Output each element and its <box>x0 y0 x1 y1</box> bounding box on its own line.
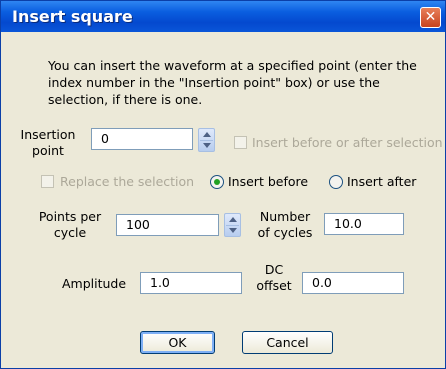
spin-up-icon <box>203 132 211 137</box>
insertion-point-input[interactable]: 0 <box>91 128 193 150</box>
amplitude-input[interactable]: 1.0 <box>140 272 242 294</box>
number-of-cycles-label: Number of cycles <box>257 209 313 240</box>
spin-down-icon <box>229 228 237 233</box>
insert-before-after-selection-label: Insert before or after selection <box>252 135 443 150</box>
amplitude-label: Amplitude <box>62 276 127 291</box>
insert-after-label: Insert after <box>347 174 417 189</box>
ok-button[interactable]: OK <box>140 331 215 354</box>
spin-up-icon <box>229 217 237 222</box>
spin-down-icon <box>203 143 211 148</box>
close-button[interactable]: ✕ <box>420 7 441 28</box>
insert-after-radio[interactable] <box>329 175 343 189</box>
insert-before-label: Insert before <box>228 174 309 189</box>
close-icon: ✕ <box>424 9 437 25</box>
title-bar[interactable]: Insert square ✕ <box>1 1 445 32</box>
intro-text: You can insert the waveform at a specifi… <box>48 58 417 107</box>
dc-offset-input[interactable]: 0.0 <box>302 272 404 294</box>
insertion-point-label: Insertion point <box>20 127 76 158</box>
points-per-cycle-input[interactable]: 100 <box>116 214 219 236</box>
cancel-button[interactable]: Cancel <box>242 331 333 354</box>
number-of-cycles-input[interactable]: 10.0 <box>324 213 404 235</box>
insertion-point-spinner[interactable] <box>198 128 215 152</box>
dc-offset-label: DC offset <box>256 262 292 293</box>
points-per-cycle-label: Points per cycle <box>38 209 102 240</box>
insert-before-radio[interactable] <box>210 175 224 189</box>
replace-selection-label: Replace the selection <box>60 174 195 189</box>
dialog-body: You can insert the waveform at a specifi… <box>4 32 443 367</box>
replace-selection-checkbox[interactable] <box>41 175 54 188</box>
points-per-cycle-spinner[interactable] <box>224 213 241 237</box>
insert-square-dialog: Insert square ✕ You can insert the wavef… <box>0 0 446 369</box>
window-title: Insert square <box>12 7 133 26</box>
insert-before-after-selection-checkbox[interactable] <box>234 136 247 149</box>
